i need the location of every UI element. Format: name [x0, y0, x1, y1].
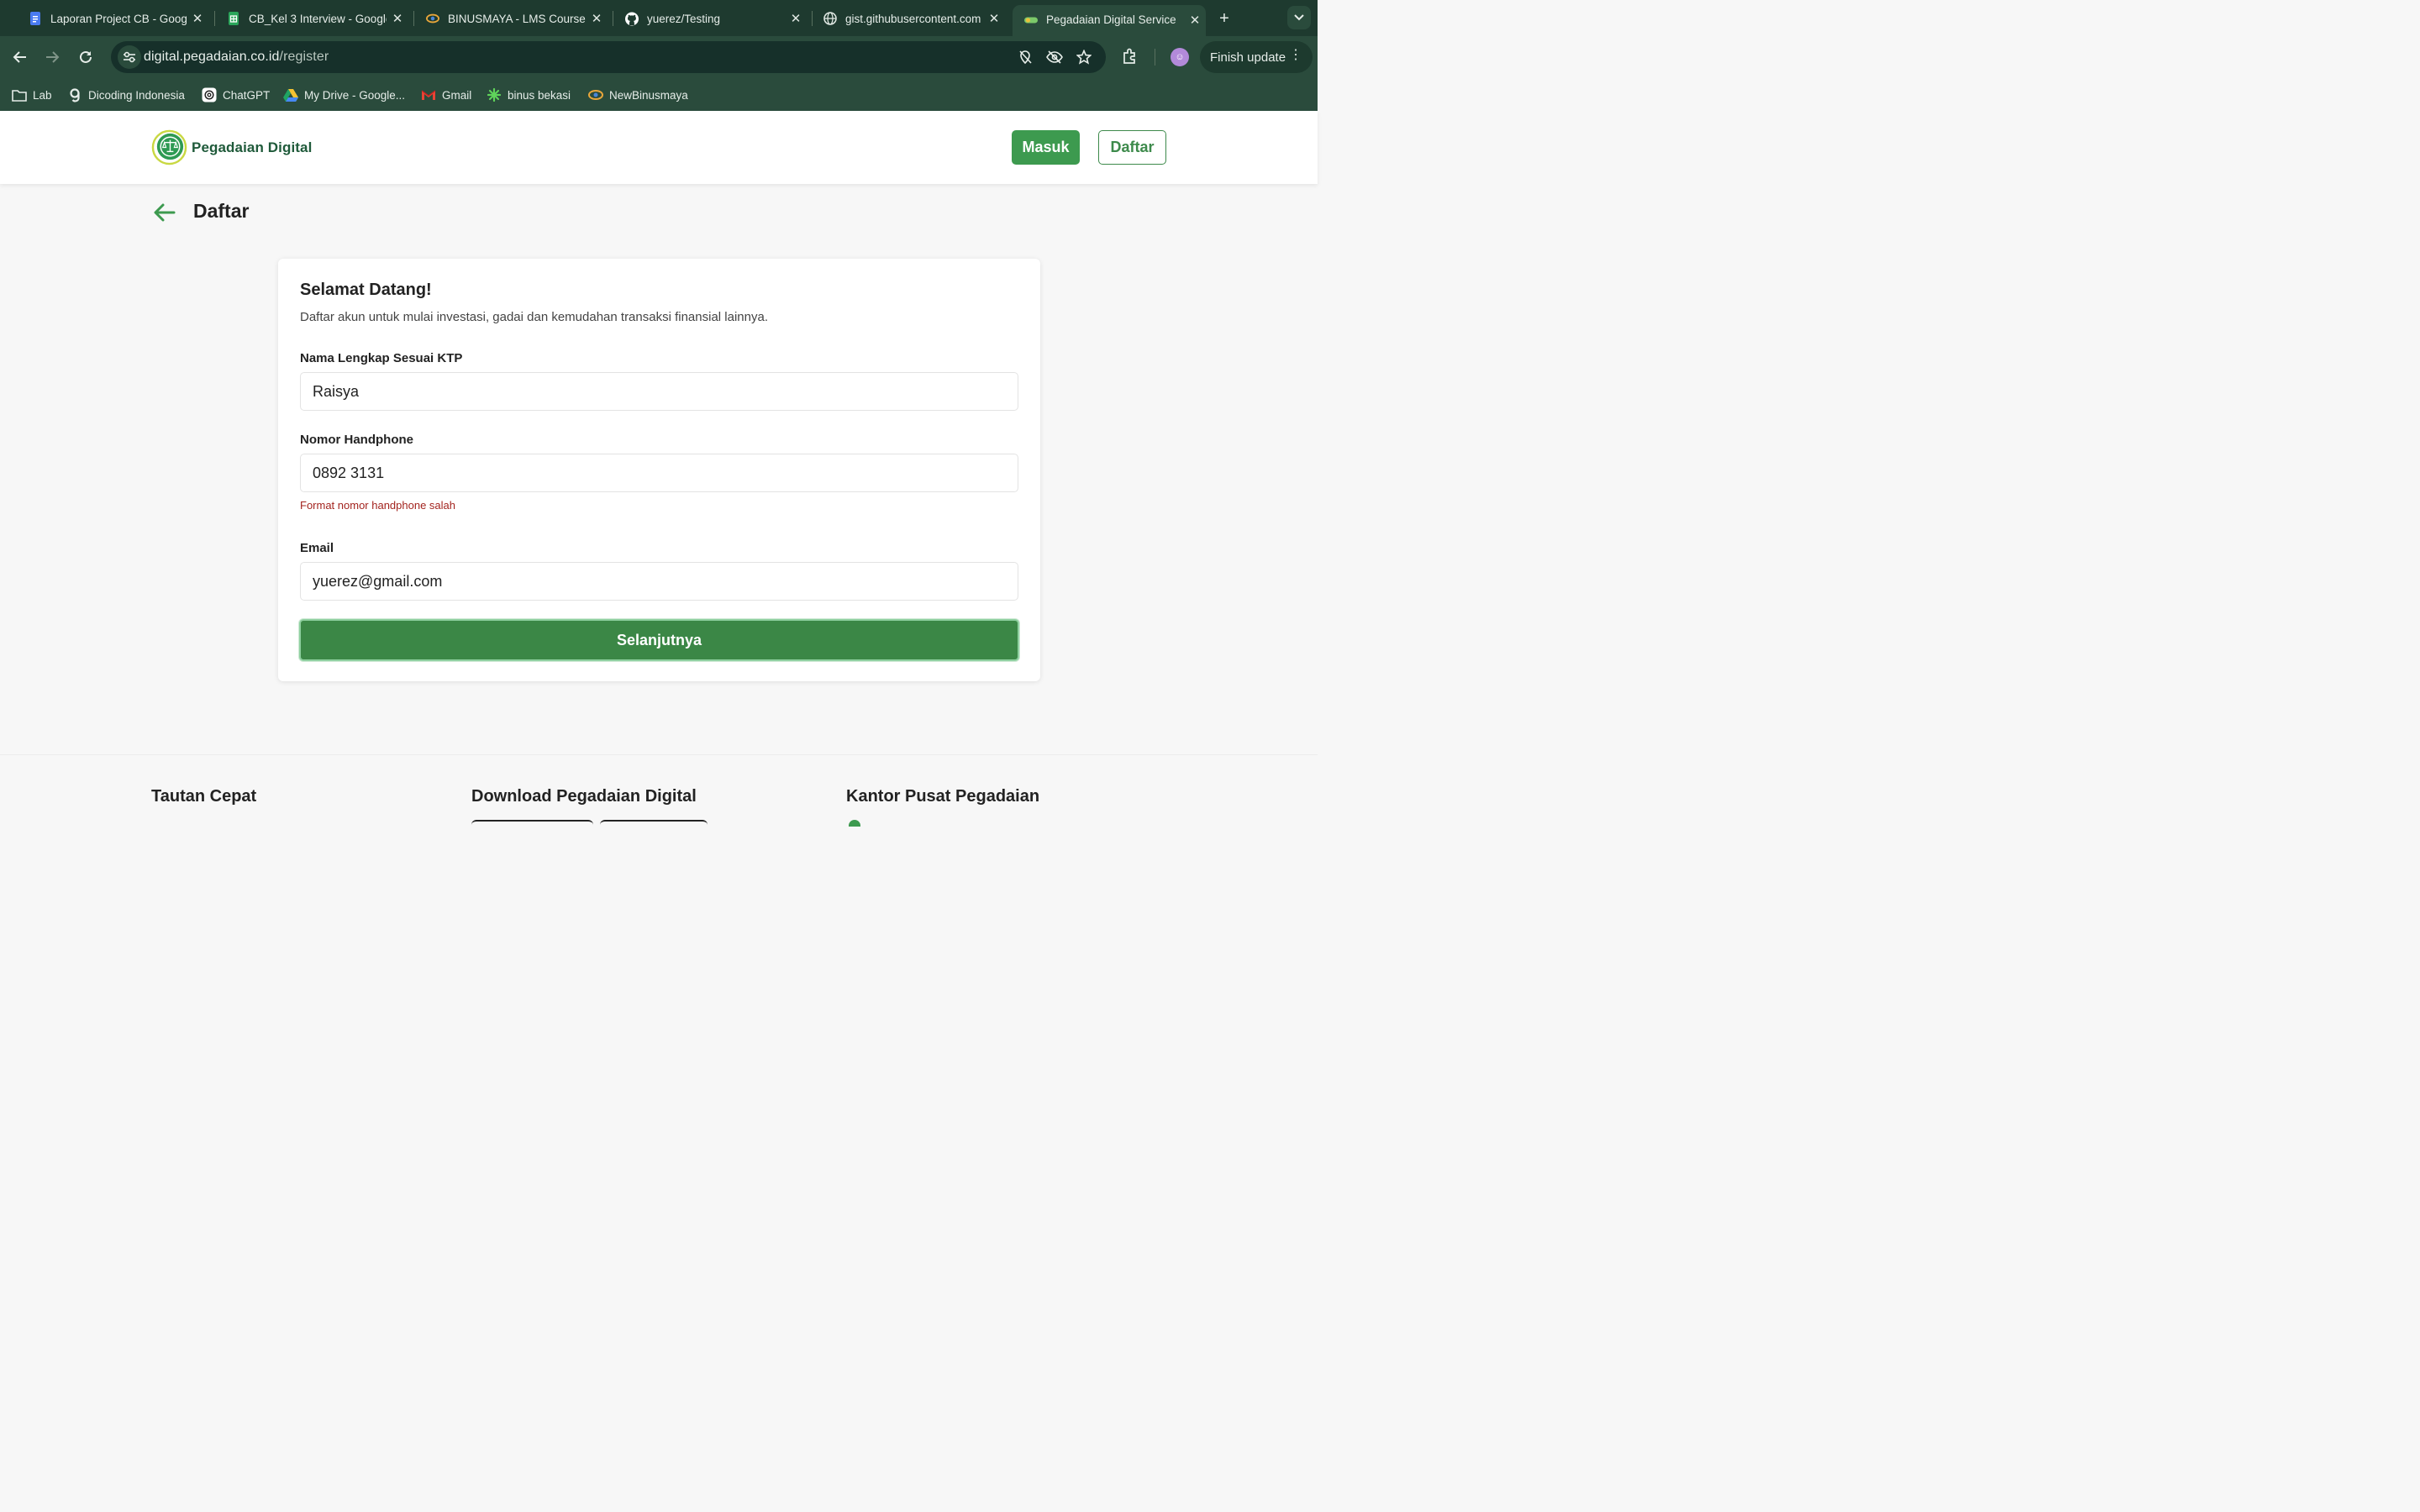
tab-github[interactable]: yuerez/Testing ✕ [613, 6, 807, 31]
tab-strip: Laporan Project CB - Google Docs ✕ CB_Ke… [0, 0, 1318, 36]
bookmark-label: My Drive - Google... [304, 88, 406, 102]
page-title: Daftar [193, 200, 250, 222]
tab-cb-kel[interactable]: CB_Kel 3 Interview - Google Sheets ✕ [215, 6, 408, 31]
bookmark-label: Gmail [442, 88, 472, 102]
bookmark-label: binus bekasi [508, 88, 571, 102]
tab-pegadaian[interactable]: Pegadaian Digital Service ✕ [1013, 5, 1206, 36]
name-label: Nama Lengkap Sesuai KTP [300, 351, 463, 365]
email-input[interactable] [300, 562, 1018, 601]
email-label: Email [300, 541, 334, 555]
tab-gist[interactable]: gist.githubusercontent.com ✕ [812, 6, 1005, 31]
globe-icon [823, 12, 837, 25]
form-heading: Selamat Datang! [300, 281, 432, 299]
location-off-icon[interactable] [1017, 49, 1034, 66]
docs-icon [29, 12, 42, 25]
chatgpt-icon [202, 87, 217, 102]
browser-chrome: Laporan Project CB - Google Docs ✕ CB_Ke… [0, 0, 1318, 111]
github-icon [625, 12, 639, 25]
back-arrow-icon[interactable] [152, 200, 177, 225]
bookmark-gmail[interactable]: Gmail [421, 87, 471, 103]
close-tab-icon[interactable]: ✕ [187, 11, 208, 26]
eye-off-icon[interactable] [1046, 49, 1063, 66]
footer-download-heading: Download Pegadaian Digital [471, 787, 697, 806]
forward-icon[interactable] [41, 46, 63, 68]
bookmark-newbinusmaya[interactable]: NewBinusmaya [588, 87, 688, 103]
site-footer: Tautan Cepat Download Pegadaian Digital … [0, 754, 1318, 827]
bookmarks-bar: Lab Dicoding Indonesia ChatGPT My Drive … [0, 78, 1318, 111]
folder-icon [12, 87, 27, 102]
new-tab-icon[interactable]: + [1213, 8, 1235, 29]
bookmark-label: Lab [33, 88, 52, 102]
binus-bekasi-icon [487, 87, 502, 102]
play-store-badge[interactable] [600, 820, 708, 827]
dicoding-icon [67, 87, 82, 102]
location-pin-icon [849, 820, 860, 827]
bookmark-label: Dicoding Indonesia [88, 88, 185, 102]
tab-binusmaya[interactable]: BINUSMAYA - LMS Course ✕ [414, 6, 608, 31]
profile-avatar[interactable]: ☺ [1171, 48, 1189, 66]
tab-title: Laporan Project CB - Google Docs [50, 12, 187, 25]
gmail-icon [421, 87, 436, 102]
extensions-icon[interactable] [1121, 47, 1139, 66]
logo-text: Pegadaian Digital [192, 139, 313, 155]
phone-input[interactable] [300, 454, 1018, 492]
drive-icon [283, 87, 298, 102]
finish-update-button[interactable]: Finish update ⋮ [1200, 41, 1313, 73]
login-button[interactable]: Masuk [1012, 130, 1080, 165]
url-host: digital.pegadaian.co.id [144, 50, 280, 64]
binusmaya-icon [588, 87, 603, 102]
tab-title: BINUSMAYA - LMS Course [448, 12, 586, 25]
bookmark-chatgpt[interactable]: ChatGPT [202, 87, 270, 103]
bookmark-label: NewBinusmaya [609, 88, 688, 102]
tab-title: Pegadaian Digital Service [1046, 13, 1176, 26]
phone-error-message: Format nomor handphone salah [300, 499, 456, 512]
form-subtitle: Daftar akun untuk mulai investasi, gadai… [300, 310, 768, 324]
close-tab-icon[interactable]: ✕ [785, 11, 807, 26]
tab-search-icon[interactable] [1287, 6, 1311, 29]
name-input[interactable] [300, 372, 1018, 411]
close-tab-icon[interactable]: ✕ [983, 11, 1005, 26]
footer-head-office-heading: Kantor Pusat Pegadaian [846, 787, 1040, 806]
tab-laporan[interactable]: Laporan Project CB - Google Docs ✕ [17, 6, 208, 31]
url-text[interactable]: digital.pegadaian.co.id/register [144, 50, 329, 65]
address-bar[interactable]: digital.pegadaian.co.id/register [111, 41, 1106, 73]
bookmark-label: ChatGPT [223, 88, 271, 102]
bookmark-binus-bekasi[interactable]: binus bekasi [487, 87, 571, 103]
tab-title: yuerez/Testing [647, 12, 721, 25]
close-tab-icon[interactable]: ✕ [586, 11, 608, 26]
register-button[interactable]: Daftar [1098, 130, 1166, 165]
bookmark-dicoding[interactable]: Dicoding Indonesia [67, 87, 185, 103]
page-content: Pegadaian Digital Masuk Daftar Daftar Se… [0, 111, 1318, 827]
register-form-card: Selamat Datang! Daftar akun untuk mulai … [278, 259, 1040, 681]
next-button[interactable]: Selanjutnya [299, 619, 1019, 661]
url-path: /register [279, 50, 329, 64]
pegadaian-logo-icon [151, 129, 187, 165]
finish-update-label: Finish update [1210, 50, 1286, 65]
pegadaian-icon [1024, 13, 1038, 27]
binusmaya-icon [426, 12, 439, 25]
tab-title: gist.githubusercontent.com [845, 12, 981, 25]
footer-quick-links-heading: Tautan Cepat [151, 787, 257, 806]
bookmark-star-icon[interactable] [1076, 49, 1092, 66]
close-tab-icon[interactable]: ✕ [387, 11, 408, 26]
sheets-icon [227, 12, 240, 25]
more-menu-icon[interactable]: ⋮ [1289, 49, 1302, 62]
browser-toolbar: digital.pegadaian.co.id/register ☺ Finis… [0, 36, 1318, 78]
bookmark-drive[interactable]: My Drive - Google... [283, 87, 405, 103]
site-logo[interactable]: Pegadaian Digital [151, 129, 312, 165]
site-header: Pegadaian Digital Masuk Daftar [0, 111, 1318, 184]
app-store-badge[interactable] [471, 820, 593, 827]
site-settings-icon[interactable] [118, 45, 141, 69]
reload-icon[interactable] [75, 46, 97, 68]
tab-title: CB_Kel 3 Interview - Google Sheets [249, 12, 387, 25]
close-tab-icon[interactable]: ✕ [1184, 13, 1206, 28]
bookmark-lab[interactable]: Lab [12, 87, 52, 103]
phone-label: Nomor Handphone [300, 433, 413, 447]
back-icon[interactable] [9, 46, 31, 68]
